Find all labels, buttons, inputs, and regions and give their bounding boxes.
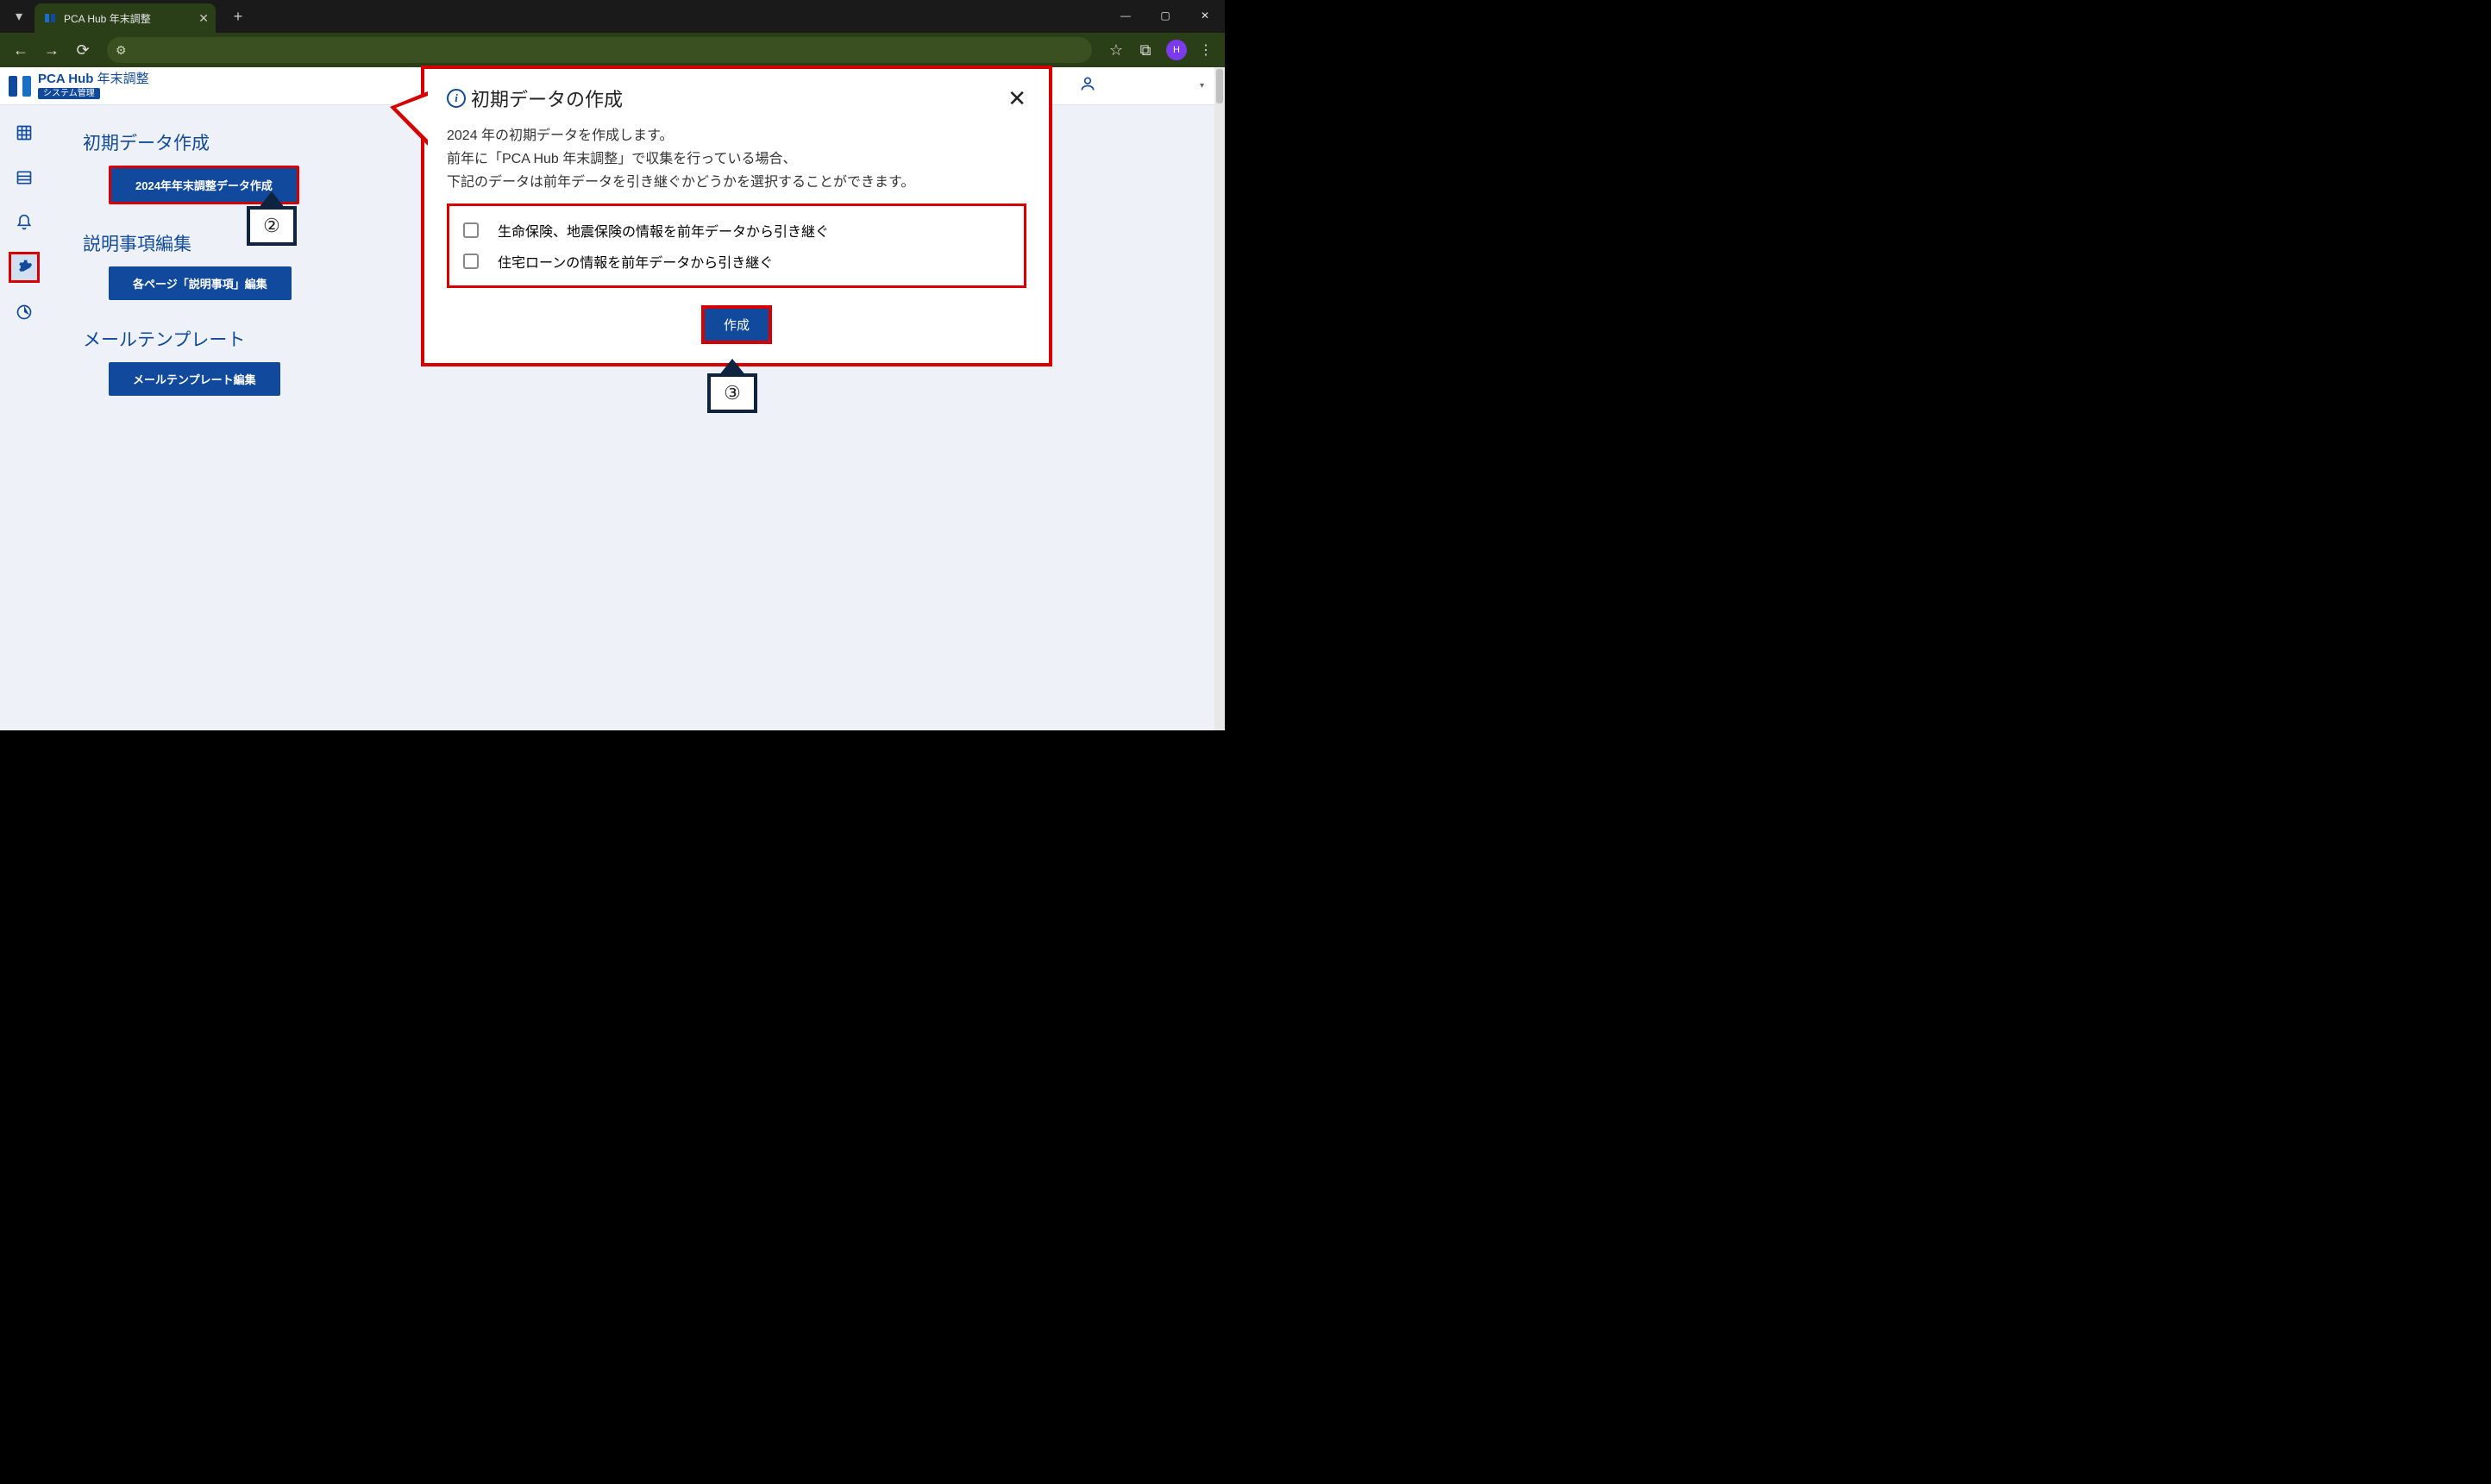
reload-button[interactable]: ⟳: [69, 36, 97, 64]
dialog-title: 初期データの作成: [471, 85, 623, 112]
scrollbar-thumb[interactable]: [1216, 69, 1223, 103]
annotation-callout-2: ②: [247, 191, 297, 246]
edit-explanations-button[interactable]: 各ページ「説明事項」編集: [109, 266, 292, 300]
window-controls: — ▢ ✕: [1106, 0, 1225, 31]
checkbox-label-loan: 住宅ローンの情報を前年データから引き継ぐ: [498, 251, 773, 272]
annotation-callout-3: ③: [707, 359, 757, 413]
checkbox-insurance[interactable]: [463, 222, 479, 238]
dialog-wrap: i 初期データの作成 ✕ 2024 年の初期データを作成します。 前年に「PCA…: [421, 66, 1052, 366]
tab-list-dropdown[interactable]: ▾: [7, 4, 31, 28]
sidebar-bell-icon[interactable]: [9, 207, 40, 238]
sidebar-list-icon[interactable]: [9, 162, 40, 193]
dialog-create-button[interactable]: 作成: [701, 305, 772, 344]
checkbox-loan[interactable]: [463, 254, 479, 269]
tab-title: PCA Hub 年末調整: [64, 11, 191, 26]
dialog-body-line: 2024 年の初期データを作成します。: [447, 124, 1026, 147]
close-window-button[interactable]: ✕: [1185, 0, 1225, 31]
new-tab-button[interactable]: +: [226, 4, 250, 28]
sidebar-grid-icon[interactable]: [9, 117, 40, 148]
browser-menu-button[interactable]: ⋮: [1194, 36, 1218, 64]
annotation-num-3: ③: [707, 373, 757, 413]
close-icon[interactable]: ✕: [198, 11, 209, 26]
address-bar[interactable]: ⚙: [107, 37, 1092, 63]
profile-avatar[interactable]: H: [1166, 40, 1187, 60]
maximize-button[interactable]: ▢: [1145, 0, 1185, 31]
dialog-speech-tail: [390, 91, 428, 146]
extensions-icon[interactable]: ⧉: [1132, 36, 1159, 64]
dialog-close-button[interactable]: ✕: [1007, 85, 1026, 112]
app-logo: [7, 73, 33, 99]
brand-sub-label: システム管理: [38, 88, 100, 99]
site-settings-icon[interactable]: ⚙: [116, 43, 127, 58]
sidebar: [0, 105, 48, 730]
dialog-header: i 初期データの作成 ✕: [447, 85, 1026, 112]
user-menu[interactable]: ▾: [1079, 75, 1204, 97]
dialog-body-line: 下記のデータは前年データを引き継ぐかどうかを選択することができます。: [447, 171, 1026, 194]
bookmark-icon[interactable]: ☆: [1102, 36, 1130, 64]
chevron-down-icon: ▾: [1200, 81, 1204, 91]
brand-title: PCA Hub 年末調整: [38, 72, 149, 87]
edit-mail-template-button[interactable]: メールテンプレート編集: [109, 362, 280, 396]
user-icon: [1079, 75, 1096, 97]
vertical-scrollbar[interactable]: [1214, 67, 1225, 730]
browser-chrome: ▾ PCA Hub 年末調整 ✕ + — ▢ ✕ ← → ⟳ ⚙ ☆ ⧉ H ⋮: [0, 0, 1225, 67]
info-icon: i: [447, 89, 466, 108]
browser-tab[interactable]: PCA Hub 年末調整 ✕: [35, 3, 216, 33]
minimize-button[interactable]: —: [1106, 0, 1145, 31]
check-row-loan[interactable]: 住宅ローンの情報を前年データから引き継ぐ: [463, 246, 1010, 277]
back-button[interactable]: ←: [7, 36, 35, 64]
sidebar-gear-icon[interactable]: [9, 252, 40, 283]
sidebar-pie-icon[interactable]: [9, 297, 40, 328]
dialog-body-line: 前年に「PCA Hub 年末調整」で収集を行っている場合、: [447, 147, 1026, 171]
nav-bar: ← → ⟳ ⚙ ☆ ⧉ H ⋮: [0, 33, 1225, 67]
checkbox-label-insurance: 生命保険、地震保険の情報を前年データから引き継ぐ: [498, 220, 829, 241]
dialog-check-list: 生命保険、地震保険の情報を前年データから引き継ぐ 住宅ローンの情報を前年データか…: [447, 204, 1026, 288]
forward-button[interactable]: →: [38, 36, 66, 64]
brand-block: PCA Hub 年末調整 システム管理: [38, 72, 149, 99]
annotation-num-2: ②: [247, 206, 297, 246]
init-data-dialog: i 初期データの作成 ✕ 2024 年の初期データを作成します。 前年に「PCA…: [421, 66, 1052, 366]
tab-favicon: [43, 11, 57, 25]
tab-bar: ▾ PCA Hub 年末調整 ✕ + — ▢ ✕: [0, 0, 1225, 33]
dialog-body: 2024 年の初期データを作成します。 前年に「PCA Hub 年末調整」で収集…: [447, 124, 1026, 195]
check-row-insurance[interactable]: 生命保険、地震保険の情報を前年データから引き継ぐ: [463, 215, 1010, 246]
